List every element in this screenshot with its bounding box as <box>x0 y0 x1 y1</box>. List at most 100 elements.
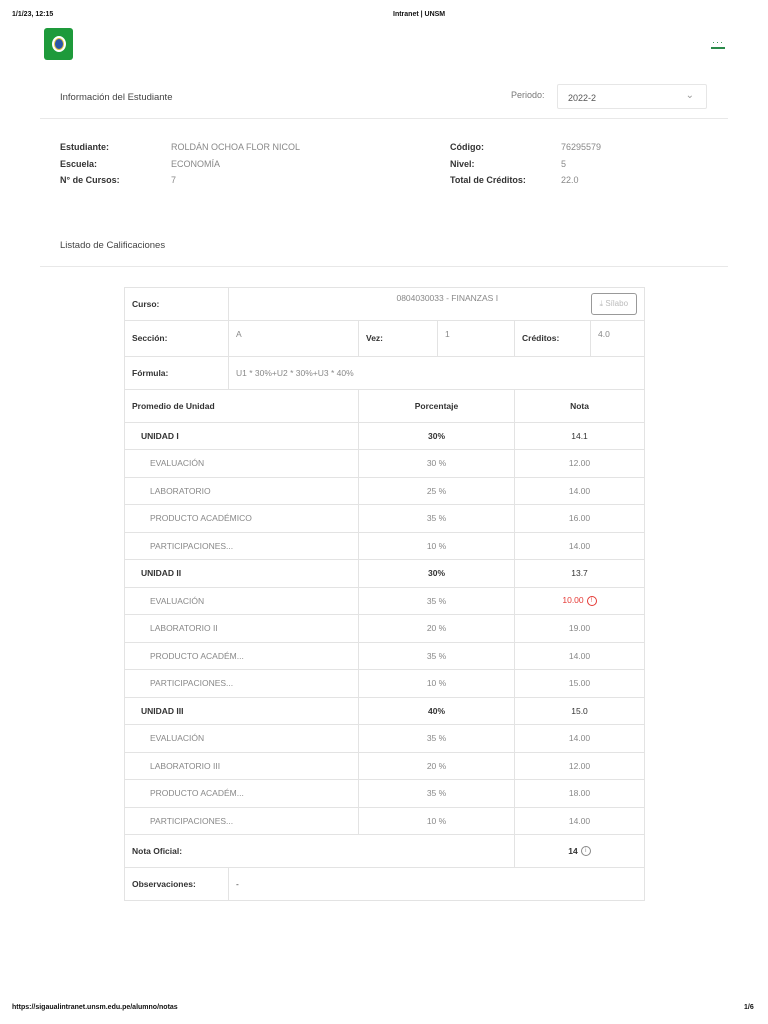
grade-row: PRODUCTO ACADÉM... 35 % 18.00 <box>124 779 646 808</box>
row-percentage: 30 % <box>358 449 515 478</box>
vez-value: 1 <box>437 320 515 357</box>
row-percentage: 10 % <box>358 531 515 560</box>
row-grade: 13.7 <box>513 559 646 588</box>
formula-label: Fórmula: <box>124 355 229 390</box>
row-percentage: 35 % <box>358 724 515 753</box>
row-percentage: 35 % <box>358 586 515 615</box>
row-percentage: 30% <box>358 559 515 588</box>
creditos-value: 22.0 <box>561 175 579 185</box>
divider <box>40 266 728 267</box>
periodo-select[interactable]: 2022-2 ⌄ <box>557 84 707 109</box>
grade-row: LABORATORIO III 20 % 12.00 <box>124 751 646 780</box>
row-name: EVALUACIÓN <box>124 449 359 478</box>
unsm-logo[interactable] <box>44 28 73 60</box>
alert-icon[interactable]: ! <box>586 596 597 607</box>
grade-row: PARTICIPACIONES... 10 % 15.00 <box>124 669 646 698</box>
row-grade: 12.00 <box>513 449 646 478</box>
curso-label: Curso: <box>124 287 229 321</box>
grade-row: PRODUCTO ACADÉMICO 35 % 16.00 <box>124 504 646 533</box>
grade-row: PRODUCTO ACADÉM... 35 % 14.00 <box>124 641 646 670</box>
row-grade-value: 10.00 <box>562 595 584 606</box>
row-grade: 12.00 <box>513 751 646 780</box>
row-percentage: 40% <box>358 696 515 725</box>
codigo-value: 76295579 <box>561 142 602 152</box>
print-page-title: Intranet | UNSM <box>393 11 446 18</box>
seccion-label: Sección: <box>124 320 229 357</box>
row-grade: 15.0 <box>513 696 646 725</box>
menu-icon[interactable]: ··· <box>711 38 725 49</box>
row-percentage: 35 % <box>358 641 515 670</box>
grade-row: PARTICIPACIONES... 10 % 14.00 <box>124 531 646 560</box>
header-nota: Nota <box>513 388 646 423</box>
observaciones-row: Observaciones: - <box>124 867 646 901</box>
row-name: PARTICIPACIONES... <box>124 669 359 698</box>
silabo-label: Sílabo <box>605 299 629 308</box>
periodo-value: 2022-2 <box>568 93 597 103</box>
nivel-label: Nivel: <box>450 158 475 169</box>
row-grade: 14.00 <box>513 806 646 835</box>
unit-row: UNIDAD II 30% 13.7 <box>124 559 646 588</box>
periodo-label: Periodo: <box>511 90 545 100</box>
vez-label: Vez: <box>358 320 438 357</box>
grade-row: LABORATORIO 25 % 14.00 <box>124 476 646 505</box>
row-name: LABORATORIO <box>124 476 359 505</box>
row-grade: 18.00 <box>513 779 646 808</box>
course-row: Curso: 0804030033 - FINANZAS I ⤓ Sílabo <box>124 287 646 321</box>
row-grade: 15.00 <box>513 669 646 698</box>
row-grade: 16.00 <box>513 504 646 533</box>
section-row: Sección: A Vez: 1 Créditos: 4.0 <box>124 320 646 357</box>
info-icon[interactable]: i <box>580 846 591 857</box>
nota-oficial: 14 i <box>513 834 646 868</box>
row-name: LABORATORIO III <box>124 751 359 780</box>
row-name: LABORATORIO II <box>124 614 359 643</box>
escuela-value: ECONOMÍA <box>171 158 221 169</box>
unit-row: UNIDAD III 40% 15.0 <box>124 696 646 725</box>
unit-row: UNIDAD I 30% 14.1 <box>124 421 646 450</box>
creditos-label: Créditos: <box>514 320 591 357</box>
row-grade: 10.00! <box>513 586 646 615</box>
row-percentage: 30% <box>358 421 515 450</box>
row-name: UNIDAD II <box>124 559 359 588</box>
grade-row: EVALUACIÓN 30 % 12.00 <box>124 449 646 478</box>
row-percentage: 25 % <box>358 476 515 505</box>
header-row: Promedio de Unidad Porcentaje Nota <box>124 388 646 423</box>
row-name: PRODUCTO ACADÉMICO <box>124 504 359 533</box>
row-percentage: 20 % <box>358 751 515 780</box>
grade-row: PARTICIPACIONES... 10 % 14.00 <box>124 806 646 835</box>
grades-title: Listado de Calificaciones <box>60 240 166 251</box>
row-grade: 14.00 <box>513 531 646 560</box>
nota-oficial-row: Nota Oficial: 14 i <box>124 834 646 868</box>
row-grade: 14.00 <box>513 724 646 753</box>
estudiante-value: ROLDÁN OCHOA FLOR NICOL <box>171 142 301 152</box>
nota-oficial-value: 14 <box>568 845 578 856</box>
row-grade: 14.1 <box>513 421 646 450</box>
student-info-title: Información del Estudiante <box>60 92 173 103</box>
grades-table: Curso: 0804030033 - FINANZAS I ⤓ Sílabo … <box>124 287 646 901</box>
header-promedio: Promedio de Unidad <box>124 388 359 423</box>
grade-row: EVALUACIÓN 35 % 14.00 <box>124 724 646 753</box>
row-percentage: 35 % <box>358 779 515 808</box>
creditos-value: 4.0 <box>589 320 646 357</box>
row-name: PARTICIPACIONES... <box>124 806 359 835</box>
formula-row: Fórmula: U1 * 30%+U2 * 30%+U3 * 40% <box>124 355 646 390</box>
seccion-value: A <box>228 320 359 357</box>
row-percentage: 10 % <box>358 806 515 835</box>
header-porcentaje: Porcentaje <box>358 388 515 423</box>
creditos-label: Total de Créditos: <box>450 175 526 185</box>
print-url: https://sigaualintranet.unsm.edu.pe/alum… <box>12 1004 178 1011</box>
row-name: PRODUCTO ACADÉM... <box>124 641 359 670</box>
print-page-number: 1/6 <box>744 1004 754 1011</box>
row-name: PARTICIPACIONES... <box>124 531 359 560</box>
silabo-button[interactable]: ⤓ Sílabo <box>590 293 638 315</box>
row-name: EVALUACIÓN <box>124 586 359 615</box>
download-icon: ⤓ <box>599 299 604 308</box>
row-name: PRODUCTO ACADÉM... <box>124 779 359 808</box>
chevron-down-icon: ⌄ <box>685 90 694 101</box>
observaciones-value: - <box>227 867 646 901</box>
escuela-label: Escuela: <box>60 158 98 169</box>
row-grade: 19.00 <box>513 614 646 643</box>
row-grade: 14.00 <box>513 476 646 505</box>
grade-row: LABORATORIO II 20 % 19.00 <box>124 614 646 643</box>
row-name: UNIDAD III <box>124 696 359 725</box>
row-name: EVALUACIÓN <box>124 724 359 753</box>
